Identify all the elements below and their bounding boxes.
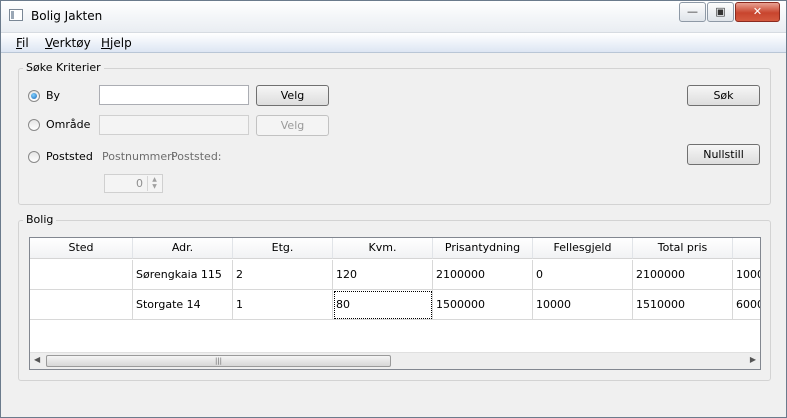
app-window: Bolig Jakten — ▣ ✕ Fil Verktøy Hjelp Søk… bbox=[0, 0, 787, 418]
table-cell[interactable] bbox=[30, 290, 133, 320]
table-cell-focused[interactable]: 80 bbox=[333, 290, 433, 320]
minimize-icon: — bbox=[687, 5, 698, 18]
column-header[interactable]: Total pris bbox=[633, 238, 733, 259]
table-cell[interactable]: 2100000 bbox=[633, 260, 733, 290]
results-table[interactable]: Sted Adr. Etg. Kvm. Prisantydning Felles… bbox=[29, 237, 761, 370]
spin-arrows[interactable]: ▲ ▼ bbox=[147, 176, 161, 191]
close-icon: ✕ bbox=[752, 5, 763, 18]
column-header[interactable]: Sted bbox=[30, 238, 133, 259]
table-cell[interactable]: 10000 bbox=[533, 290, 633, 320]
radio-omrade[interactable] bbox=[28, 119, 40, 131]
spin-down-icon[interactable]: ▼ bbox=[148, 183, 161, 190]
postnummer-label: Postnummer: bbox=[102, 150, 176, 163]
window-title: Bolig Jakten bbox=[31, 9, 103, 23]
radio-by[interactable] bbox=[28, 90, 40, 102]
omrade-label: Område bbox=[46, 118, 91, 131]
app-icon bbox=[9, 9, 23, 21]
column-header[interactable]: Kvm. bbox=[333, 238, 433, 259]
spin-up-icon[interactable]: ▲ bbox=[148, 176, 161, 183]
poststed-label: Poststed bbox=[46, 150, 93, 163]
maximize-icon: ▣ bbox=[715, 5, 726, 18]
reset-button[interactable]: Nullstill bbox=[687, 144, 760, 165]
menu-bar: Fil Verktøy Hjelp bbox=[1, 33, 786, 53]
table-cell[interactable]: 6000 bbox=[733, 290, 760, 320]
table-cell[interactable]: 0 bbox=[533, 260, 633, 290]
by-select-button[interactable]: Velg bbox=[256, 85, 329, 106]
postnummer-spinbox[interactable]: 0 ▲ ▼ bbox=[104, 174, 163, 193]
table-cell[interactable]: 1 bbox=[233, 290, 333, 320]
scroll-left-icon[interactable]: ◀ bbox=[34, 355, 40, 364]
maximize-button[interactable]: ▣ bbox=[707, 2, 734, 22]
column-header[interactable]: Fellesgjeld bbox=[533, 238, 633, 259]
column-header[interactable] bbox=[733, 238, 760, 259]
scroll-right-icon[interactable]: ▶ bbox=[750, 355, 756, 364]
poststed-field-label: Poststed: bbox=[171, 150, 222, 163]
table-cell[interactable]: 2 bbox=[233, 260, 333, 290]
omrade-select-button[interactable]: Velg bbox=[256, 115, 329, 136]
by-input[interactable] bbox=[99, 85, 249, 105]
table-cell[interactable]: 1510000 bbox=[633, 290, 733, 320]
results-title: Bolig bbox=[23, 213, 57, 226]
scroll-thumb[interactable]: ||| bbox=[46, 355, 391, 367]
menu-verktoy-label: erktøy bbox=[52, 36, 91, 50]
menu-hjelp-accel: H bbox=[101, 36, 111, 50]
close-button[interactable]: ✕ bbox=[735, 2, 780, 22]
omrade-input[interactable] bbox=[99, 115, 249, 135]
minimize-button[interactable]: — bbox=[679, 2, 706, 22]
column-header[interactable]: Adr. bbox=[133, 238, 233, 259]
postnummer-value: 0 bbox=[136, 177, 143, 190]
menu-hjelp-label: jelp bbox=[110, 36, 132, 50]
table-cell[interactable]: 120 bbox=[333, 260, 433, 290]
table-row[interactable]: Storgate 14 1 80 1500000 10000 1510000 6… bbox=[30, 290, 760, 320]
menu-fil-label: il bbox=[22, 36, 29, 50]
table-cell[interactable] bbox=[30, 260, 133, 290]
horizontal-scrollbar[interactable]: ◀ ||| ▶ bbox=[30, 352, 760, 369]
table-cell[interactable]: 2100000 bbox=[433, 260, 533, 290]
menu-hjelp[interactable]: Hjelp bbox=[101, 36, 132, 50]
column-header[interactable]: Etg. bbox=[233, 238, 333, 259]
table-row[interactable]: Sørengkaia 115 2 120 2100000 0 2100000 1… bbox=[30, 260, 760, 290]
radio-poststed[interactable] bbox=[28, 151, 40, 163]
by-label: By bbox=[46, 89, 61, 102]
table-header: Sted Adr. Etg. Kvm. Prisantydning Felles… bbox=[30, 238, 760, 259]
menu-verktoy[interactable]: Verktøy bbox=[45, 36, 91, 50]
table-cell[interactable]: Sørengkaia 115 bbox=[133, 260, 233, 290]
table-cell[interactable]: 1500000 bbox=[433, 290, 533, 320]
title-bar[interactable]: Bolig Jakten — ▣ ✕ bbox=[1, 1, 786, 33]
search-criteria-title: Søke Kriterier bbox=[23, 61, 104, 74]
search-button[interactable]: Søk bbox=[687, 85, 760, 106]
column-header[interactable]: Prisantydning bbox=[433, 238, 533, 259]
menu-fil[interactable]: Fil bbox=[16, 36, 29, 50]
table-cell[interactable]: 1000 bbox=[733, 260, 760, 290]
table-cell[interactable]: Storgate 14 bbox=[133, 290, 233, 320]
